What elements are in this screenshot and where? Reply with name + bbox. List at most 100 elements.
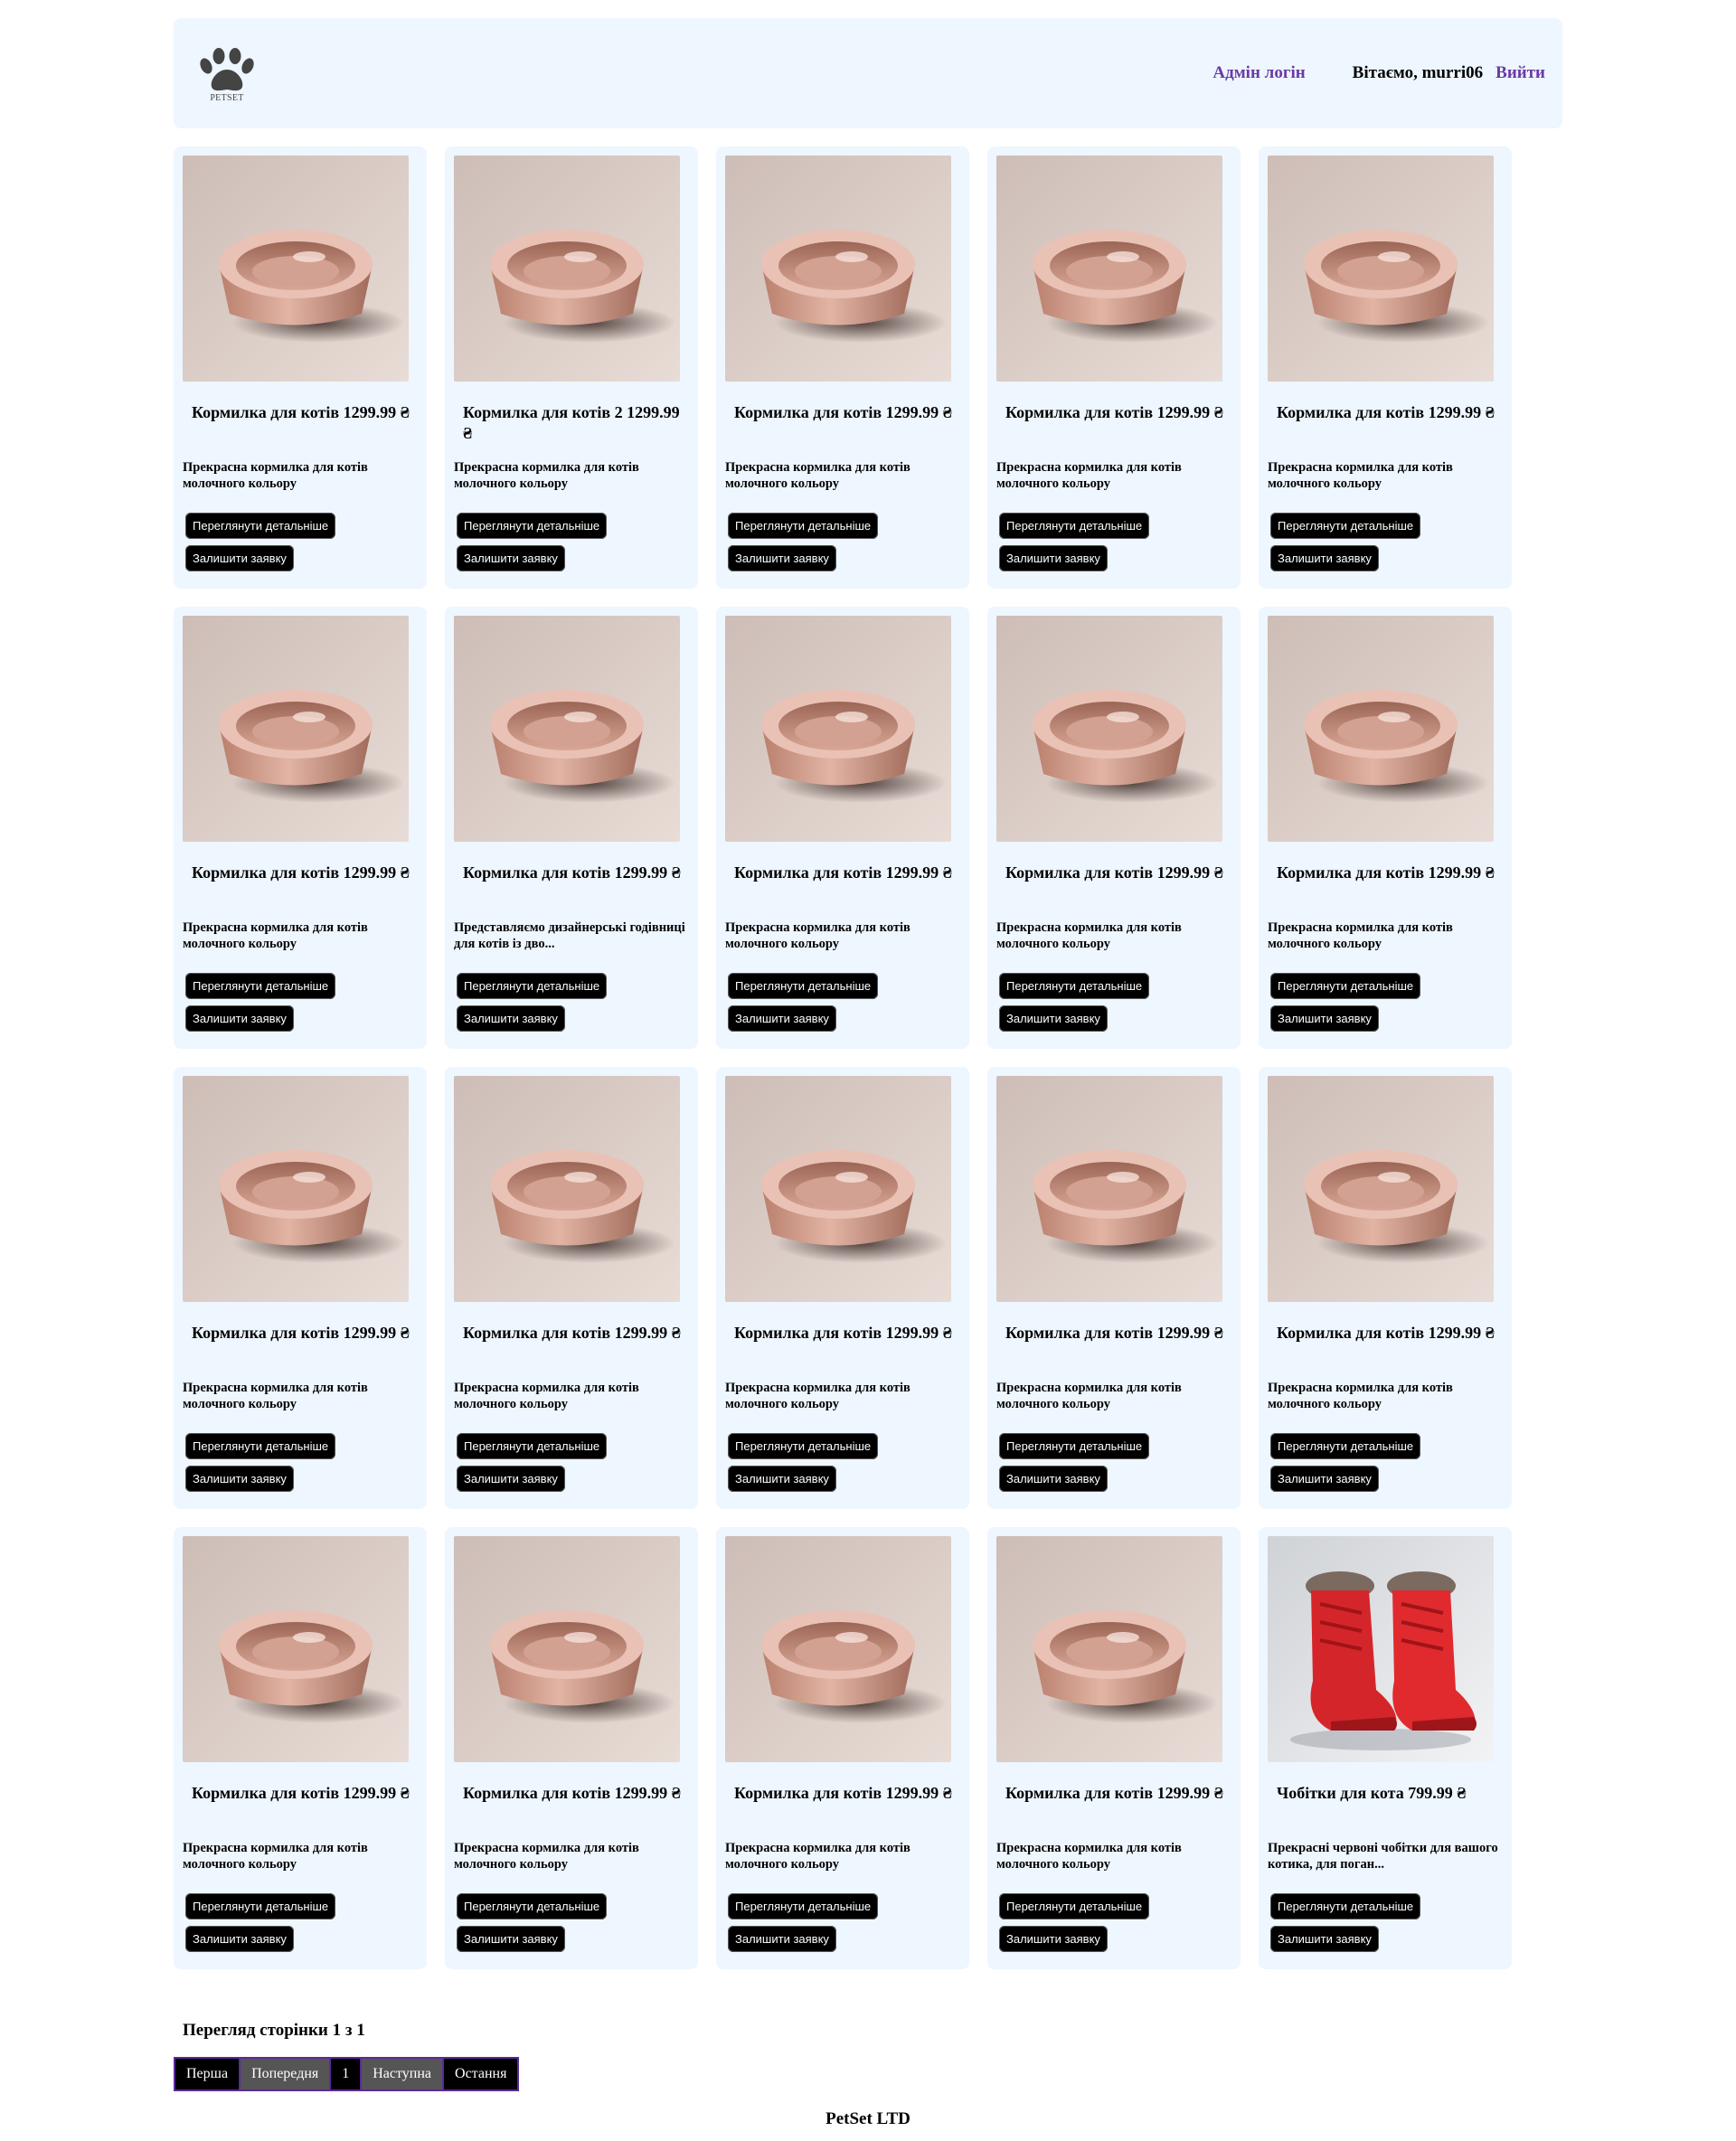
- product-title: Чобітки для кота 799.99 ₴: [1277, 1784, 1467, 1802]
- pagination-last[interactable]: Остання: [444, 2059, 518, 2089]
- product-description: Прекрасна кормилка для котів молочного к…: [725, 920, 910, 951]
- product-image[interactable]: [1268, 616, 1494, 842]
- product-image[interactable]: [996, 616, 1222, 842]
- leave-request-button[interactable]: Залишити заявку: [457, 545, 565, 571]
- pagination-current[interactable]: 1: [331, 2059, 363, 2089]
- product-title: Кормилка для котів 1299.99 ₴: [734, 1324, 952, 1342]
- view-details-button[interactable]: Переглянути детальніше: [185, 513, 336, 539]
- leave-request-button[interactable]: Залишити заявку: [1270, 1005, 1379, 1032]
- view-details-button[interactable]: Переглянути детальніше: [1270, 973, 1421, 999]
- view-details-button[interactable]: Переглянути детальніше: [999, 1893, 1150, 1919]
- product-title: Кормилка для котів 1299.99 ₴: [1277, 863, 1495, 882]
- view-details-button[interactable]: Переглянути детальніше: [457, 513, 608, 539]
- leave-request-button[interactable]: Залишити заявку: [728, 1926, 836, 1952]
- product-title: Кормилка для котів 1299.99 ₴: [192, 1784, 410, 1802]
- leave-request-button[interactable]: Залишити заявку: [457, 1466, 565, 1492]
- product-image[interactable]: [725, 1076, 951, 1302]
- leave-request-button[interactable]: Залишити заявку: [728, 545, 836, 571]
- view-details-button[interactable]: Переглянути детальніше: [185, 973, 336, 999]
- pagination-first[interactable]: Перша: [175, 2059, 241, 2089]
- view-details-button[interactable]: Переглянути детальніше: [185, 1893, 336, 1919]
- product-image[interactable]: [183, 156, 409, 382]
- product-title: Кормилка для котів 1299.99 ₴: [734, 863, 952, 882]
- leave-request-button[interactable]: Залишити заявку: [185, 545, 294, 571]
- view-details-button[interactable]: Переглянути детальніше: [185, 1433, 336, 1459]
- product-description: Прекрасні червоні чобітки для вашого кот…: [1268, 1841, 1498, 1872]
- pagination: Перша Попередня 1 Наступна Остання: [174, 2057, 520, 2091]
- product-description: Прекрасна кормилка для котів молочного к…: [725, 1841, 910, 1872]
- leave-request-button[interactable]: Залишити заявку: [999, 1466, 1108, 1492]
- product-title: Кормилка для котів 1299.99 ₴: [463, 1324, 681, 1342]
- view-details-button[interactable]: Переглянути детальніше: [999, 1433, 1150, 1459]
- product-description: Прекрасна кормилка для котів молочного к…: [183, 1841, 368, 1872]
- view-details-button[interactable]: Переглянути детальніше: [728, 1893, 879, 1919]
- leave-request-button[interactable]: Залишити заявку: [728, 1466, 836, 1492]
- pagination-prev[interactable]: Попередня: [241, 2059, 332, 2089]
- product-image[interactable]: [454, 1076, 680, 1302]
- leave-request-button[interactable]: Залишити заявку: [728, 1005, 836, 1032]
- view-details-button[interactable]: Переглянути детальніше: [1270, 513, 1421, 539]
- leave-request-button[interactable]: Залишити заявку: [457, 1926, 565, 1952]
- leave-request-button[interactable]: Залишити заявку: [999, 1926, 1108, 1952]
- product-image[interactable]: [454, 1536, 680, 1762]
- product-image[interactable]: [725, 1536, 951, 1762]
- product-image[interactable]: [1268, 1536, 1494, 1762]
- product-title: Кормилка для котів 1299.99 ₴: [1277, 403, 1495, 421]
- product-description: Прекрасна кормилка для котів молочного к…: [454, 1381, 639, 1411]
- product-description: Прекрасна кормилка для котів молочного к…: [1268, 460, 1453, 491]
- admin-login-link[interactable]: Адмін логін: [1212, 63, 1305, 83]
- product-image[interactable]: [183, 1536, 409, 1762]
- product-card: Кормилка для котів 1299.99 ₴ Прекрасна к…: [445, 1527, 698, 1969]
- view-details-button[interactable]: Переглянути детальніше: [999, 973, 1150, 999]
- leave-request-button[interactable]: Залишити заявку: [999, 1005, 1108, 1032]
- view-details-button[interactable]: Переглянути детальніше: [1270, 1893, 1421, 1919]
- product-card: Кормилка для котів 1299.99 ₴ Прекрасна к…: [987, 1067, 1241, 1509]
- view-details-button[interactable]: Переглянути детальніше: [728, 513, 879, 539]
- product-description: Прекрасна кормилка для котів молочного к…: [996, 920, 1182, 951]
- product-image[interactable]: [183, 616, 409, 842]
- product-card: Кормилка для котів 1299.99 ₴ Прекрасна к…: [987, 607, 1241, 1049]
- view-details-button[interactable]: Переглянути детальніше: [728, 1433, 879, 1459]
- product-image[interactable]: [996, 1536, 1222, 1762]
- pagination-next[interactable]: Наступна: [362, 2059, 445, 2089]
- product-card: Кормилка для котів 2 1299.99 ₴ Прекрасна…: [445, 146, 698, 589]
- product-description: Представляємо дизайнерські годівниці для…: [454, 920, 685, 951]
- product-image[interactable]: [183, 1076, 409, 1302]
- leave-request-button[interactable]: Залишити заявку: [999, 545, 1108, 571]
- product-image[interactable]: [454, 156, 680, 382]
- product-title: Кормилка для котів 1299.99 ₴: [734, 1784, 952, 1802]
- view-details-button[interactable]: Переглянути детальніше: [728, 973, 879, 999]
- product-image[interactable]: [1268, 1076, 1494, 1302]
- leave-request-button[interactable]: Залишити заявку: [1270, 545, 1379, 571]
- leave-request-button[interactable]: Залишити заявку: [457, 1005, 565, 1032]
- product-description: Прекрасна кормилка для котів молочного к…: [725, 460, 910, 491]
- product-description: Прекрасна кормилка для котів молочного к…: [183, 460, 368, 491]
- leave-request-button[interactable]: Залишити заявку: [185, 1005, 294, 1032]
- product-description: Прекрасна кормилка для котів молочного к…: [996, 1381, 1182, 1411]
- product-image[interactable]: [725, 616, 951, 842]
- leave-request-button[interactable]: Залишити заявку: [1270, 1466, 1379, 1492]
- product-image[interactable]: [1268, 156, 1494, 382]
- logo[interactable]: PETSET: [197, 47, 257, 103]
- product-card: Кормилка для котів 1299.99 ₴ Прекрасна к…: [716, 1527, 969, 1969]
- product-image[interactable]: [454, 616, 680, 842]
- logout-link[interactable]: Вийти: [1495, 63, 1545, 83]
- product-card: Кормилка для котів 1299.99 ₴ Прекрасна к…: [1259, 146, 1512, 589]
- view-details-button[interactable]: Переглянути детальніше: [457, 1893, 608, 1919]
- leave-request-button[interactable]: Залишити заявку: [1270, 1926, 1379, 1952]
- view-details-button[interactable]: Переглянути детальніше: [1270, 1433, 1421, 1459]
- product-card: Кормилка для котів 1299.99 ₴ Прекрасна к…: [716, 1067, 969, 1509]
- logo-text: PETSET: [210, 92, 244, 103]
- view-details-button[interactable]: Переглянути детальніше: [457, 1433, 608, 1459]
- product-image[interactable]: [996, 1076, 1222, 1302]
- product-card: Кормилка для котів 1299.99 ₴ Представляє…: [445, 607, 698, 1049]
- product-description: Прекрасна кормилка для котів молочного к…: [454, 1841, 639, 1872]
- product-image[interactable]: [725, 156, 951, 382]
- view-details-button[interactable]: Переглянути детальніше: [457, 973, 608, 999]
- product-image[interactable]: [996, 156, 1222, 382]
- product-card: Кормилка для котів 1299.99 ₴ Прекрасна к…: [1259, 607, 1512, 1049]
- view-details-button[interactable]: Переглянути детальніше: [999, 513, 1150, 539]
- leave-request-button[interactable]: Залишити заявку: [185, 1926, 294, 1952]
- product-title: Кормилка для котів 2 1299.99 ₴: [463, 403, 680, 442]
- leave-request-button[interactable]: Залишити заявку: [185, 1466, 294, 1492]
